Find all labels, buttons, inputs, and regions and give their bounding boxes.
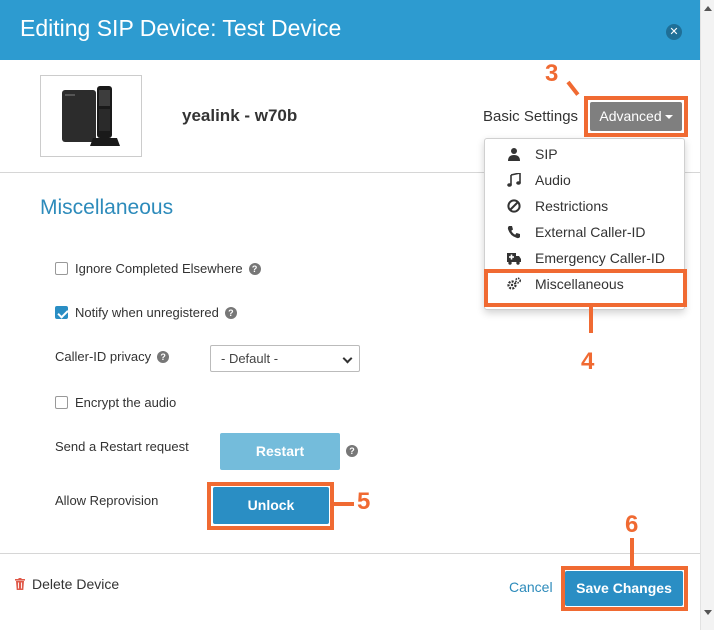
cancel-link[interactable]: Cancel [509, 579, 553, 595]
notify-unregistered-checkbox[interactable] [55, 306, 68, 319]
callout-number-3: 3 [545, 60, 559, 87]
encrypt-audio-row[interactable]: Encrypt the audio [55, 395, 176, 410]
callout-line-3 [566, 80, 580, 96]
menu-item-label: Restrictions [535, 198, 609, 214]
scroll-down-icon[interactable] [704, 610, 712, 615]
callout-number-6: 6 [625, 511, 639, 538]
callout-line-5 [334, 502, 354, 506]
phone-icon [507, 226, 520, 239]
highlight-save [561, 566, 688, 611]
menu-item-restrictions[interactable]: Restrictions [507, 196, 608, 216]
chevron-down-icon [342, 353, 353, 364]
menu-item-external-caller-id[interactable]: External Caller-ID [507, 222, 645, 242]
menu-item-label: Emergency Caller-ID [535, 250, 665, 266]
highlight-unlock [207, 482, 334, 530]
notify-unregistered-label: Notify when unregistered [75, 305, 219, 320]
caller-id-privacy-label: Caller-ID privacy [55, 349, 152, 364]
notify-unregistered-row[interactable]: Notify when unregistered ? [55, 305, 237, 320]
help-icon[interactable]: ? [346, 445, 358, 457]
encrypt-audio-checkbox[interactable] [55, 396, 68, 409]
ban-icon [507, 199, 521, 213]
callout-line-6 [630, 538, 634, 566]
ignore-completed-label: Ignore Completed Elsewhere [75, 261, 243, 276]
dialog-title: Editing SIP Device: Test Device [20, 15, 342, 41]
user-icon [508, 148, 520, 161]
trash-icon [15, 578, 25, 590]
menu-item-emergency-caller-id[interactable]: Emergency Caller-ID [507, 248, 665, 268]
help-icon[interactable]: ? [248, 262, 261, 275]
caller-id-privacy-select[interactable]: - Default - [210, 345, 360, 372]
close-icon[interactable]: ✕ [666, 24, 682, 40]
section-title: Miscellaneous [40, 196, 174, 219]
reprovision-label: Allow Reprovision [55, 493, 159, 508]
basic-settings-tab[interactable]: Basic Settings [483, 108, 578, 125]
ignore-completed-checkbox[interactable] [55, 262, 68, 275]
menu-item-label: SIP [535, 146, 558, 162]
ignore-completed-row[interactable]: Ignore Completed Elsewhere ? [55, 261, 261, 276]
scroll-up-icon[interactable] [704, 6, 712, 11]
highlight-miscellaneous [484, 269, 687, 307]
delete-device-link[interactable]: Delete Device [15, 576, 119, 592]
highlight-advanced [584, 96, 688, 137]
help-icon[interactable]: ? [157, 350, 170, 363]
delete-device-label: Delete Device [32, 576, 120, 592]
dialog-header: Editing SIP Device: Test Device ✕ [0, 0, 700, 60]
callout-number-5: 5 [357, 488, 371, 515]
music-note-icon [507, 173, 521, 187]
callout-number-4: 4 [581, 348, 595, 375]
caller-id-privacy-value: - Default - [221, 351, 279, 366]
divider-footer [0, 553, 700, 554]
restart-button[interactable]: Restart [220, 433, 340, 470]
menu-item-audio[interactable]: Audio [507, 170, 571, 190]
callout-line-4 [589, 307, 593, 333]
device-name: yealink - w70b [182, 106, 298, 125]
encrypt-audio-label: Encrypt the audio [75, 395, 177, 410]
restart-label: Send a Restart request [55, 439, 189, 454]
menu-item-label: External Caller-ID [535, 224, 646, 240]
caller-id-privacy-label-row: Caller-ID privacy ? [55, 349, 170, 364]
help-icon[interactable]: ? [224, 306, 237, 319]
menu-item-sip[interactable]: SIP [507, 144, 558, 164]
ambulance-icon [507, 253, 521, 265]
menu-item-label: Audio [535, 172, 571, 188]
scrollbar[interactable] [700, 0, 714, 630]
device-image [40, 75, 142, 157]
